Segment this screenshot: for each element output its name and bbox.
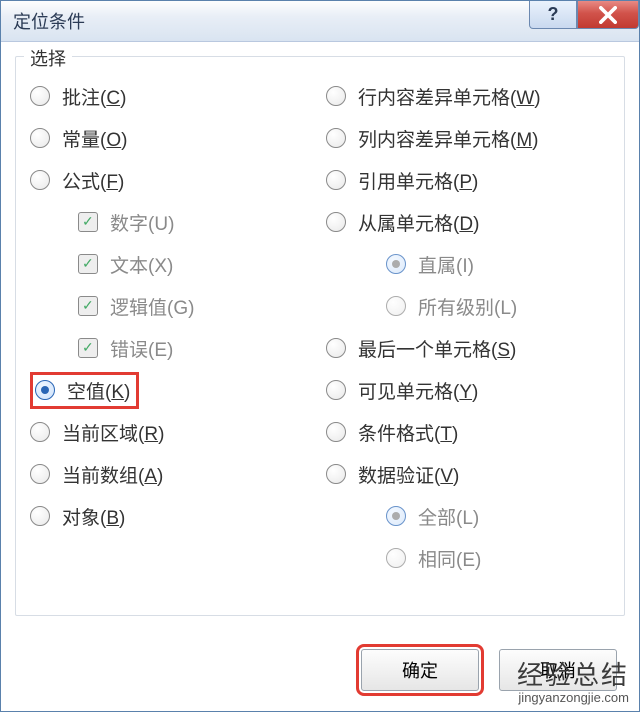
checkbox-icon: ✓ — [78, 212, 98, 232]
radio-icon — [326, 128, 346, 148]
radio-icon — [30, 170, 50, 190]
radio-icon — [30, 128, 50, 148]
sub-all: 全部(L) — [326, 495, 610, 537]
radio-icon — [30, 422, 50, 442]
option-comments[interactable]: 批注(C) — [30, 75, 314, 117]
option-label: 批注(C) — [62, 83, 126, 110]
radio-icon — [326, 380, 346, 400]
option-label: 当前数组(A) — [62, 461, 163, 488]
radio-icon — [386, 296, 406, 316]
highlight-box: 空值(K) — [30, 372, 139, 409]
right-column: 行内容差异单元格(W) 列内容差异单元格(M) 引用单元格(P) 从属单元格(D… — [326, 75, 610, 579]
option-column-differences[interactable]: 列内容差异单元格(M) — [326, 117, 610, 159]
radio-icon — [326, 170, 346, 190]
sub-label: 所有级别(L) — [418, 293, 517, 320]
dialog-window: 定位条件 ? 选择 批注(C) 常量(O) — [0, 0, 640, 712]
option-objects[interactable]: 对象(B) — [30, 495, 314, 537]
client-area: 选择 批注(C) 常量(O) 公式(F) — [1, 42, 639, 630]
option-label: 条件格式(T) — [358, 419, 458, 446]
check-label: 错误(E) — [110, 335, 173, 362]
check-label: 文本(X) — [110, 251, 173, 278]
check-errors: ✓ 错误(E) — [30, 327, 314, 369]
option-label: 可见单元格(Y) — [358, 377, 478, 404]
checkbox-icon: ✓ — [78, 254, 98, 274]
check-text: ✓ 文本(X) — [30, 243, 314, 285]
option-conditional-format[interactable]: 条件格式(T) — [326, 411, 610, 453]
radio-icon — [30, 506, 50, 526]
watermark-en: jingyanzongjie.com — [517, 691, 629, 705]
option-label: 公式(F) — [62, 167, 124, 194]
option-label: 常量(O) — [62, 125, 127, 152]
option-visible-cells[interactable]: 可见单元格(Y) — [326, 369, 610, 411]
radio-icon — [326, 422, 346, 442]
sub-direct: 直属(I) — [326, 243, 610, 285]
radio-icon — [326, 212, 346, 232]
sub-label: 相同(E) — [418, 545, 481, 572]
group-legend: 选择 — [24, 45, 72, 71]
option-dependents[interactable]: 从属单元格(D) — [326, 201, 610, 243]
sub-label: 全部(L) — [418, 503, 479, 530]
radio-icon — [30, 464, 50, 484]
option-label: 当前区域(R) — [62, 419, 164, 446]
option-current-array[interactable]: 当前数组(A) — [30, 453, 314, 495]
check-numbers: ✓ 数字(U) — [30, 201, 314, 243]
option-constants[interactable]: 常量(O) — [30, 117, 314, 159]
option-precedents[interactable]: 引用单元格(P) — [326, 159, 610, 201]
close-icon — [599, 6, 617, 24]
option-formulas[interactable]: 公式(F) — [30, 159, 314, 201]
check-label: 数字(U) — [110, 209, 174, 236]
sub-label: 直属(I) — [418, 251, 474, 278]
option-last-cell[interactable]: 最后一个单元格(S) — [326, 327, 610, 369]
option-data-validation[interactable]: 数据验证(V) — [326, 453, 610, 495]
option-label: 对象(B) — [62, 503, 125, 530]
sub-same: 相同(E) — [326, 537, 610, 579]
sub-all-levels: 所有级别(L) — [326, 285, 610, 327]
option-label: 空值(K) — [67, 377, 130, 404]
checkbox-icon: ✓ — [78, 296, 98, 316]
titlebar: 定位条件 ? — [1, 1, 639, 42]
ok-button[interactable]: 确定 — [361, 649, 479, 691]
question-icon: ? — [548, 4, 559, 25]
cancel-button[interactable]: 取消 — [499, 649, 617, 691]
check-label: 逻辑值(G) — [110, 293, 194, 320]
option-label: 行内容差异单元格(W) — [358, 83, 541, 110]
radio-icon — [326, 338, 346, 358]
titlebar-buttons: ? — [529, 1, 639, 29]
close-button[interactable] — [577, 1, 639, 29]
help-button[interactable]: ? — [529, 1, 577, 29]
radio-icon — [326, 464, 346, 484]
radio-icon — [386, 548, 406, 568]
radio-icon — [30, 86, 50, 106]
radio-icon — [386, 506, 406, 526]
radio-icon — [386, 254, 406, 274]
option-label: 引用单元格(P) — [358, 167, 478, 194]
dialog-title: 定位条件 — [13, 8, 85, 34]
left-column: 批注(C) 常量(O) 公式(F) ✓ 数字(U) — [30, 75, 314, 579]
option-label: 从属单元格(D) — [358, 209, 479, 236]
option-blanks[interactable]: 空值(K) — [30, 369, 314, 411]
radio-icon — [326, 86, 346, 106]
checkbox-icon: ✓ — [78, 338, 98, 358]
option-label: 最后一个单元格(S) — [358, 335, 516, 362]
option-label: 列内容差异单元格(M) — [358, 125, 539, 152]
option-row-differences[interactable]: 行内容差异单元格(W) — [326, 75, 610, 117]
columns: 批注(C) 常量(O) 公式(F) ✓ 数字(U) — [30, 75, 610, 579]
check-logical: ✓ 逻辑值(G) — [30, 285, 314, 327]
options-group: 选择 批注(C) 常量(O) 公式(F) — [15, 56, 625, 616]
option-current-region[interactable]: 当前区域(R) — [30, 411, 314, 453]
option-label: 数据验证(V) — [358, 461, 459, 488]
radio-icon — [35, 380, 55, 400]
dialog-buttons: 确定 取消 — [361, 649, 617, 691]
